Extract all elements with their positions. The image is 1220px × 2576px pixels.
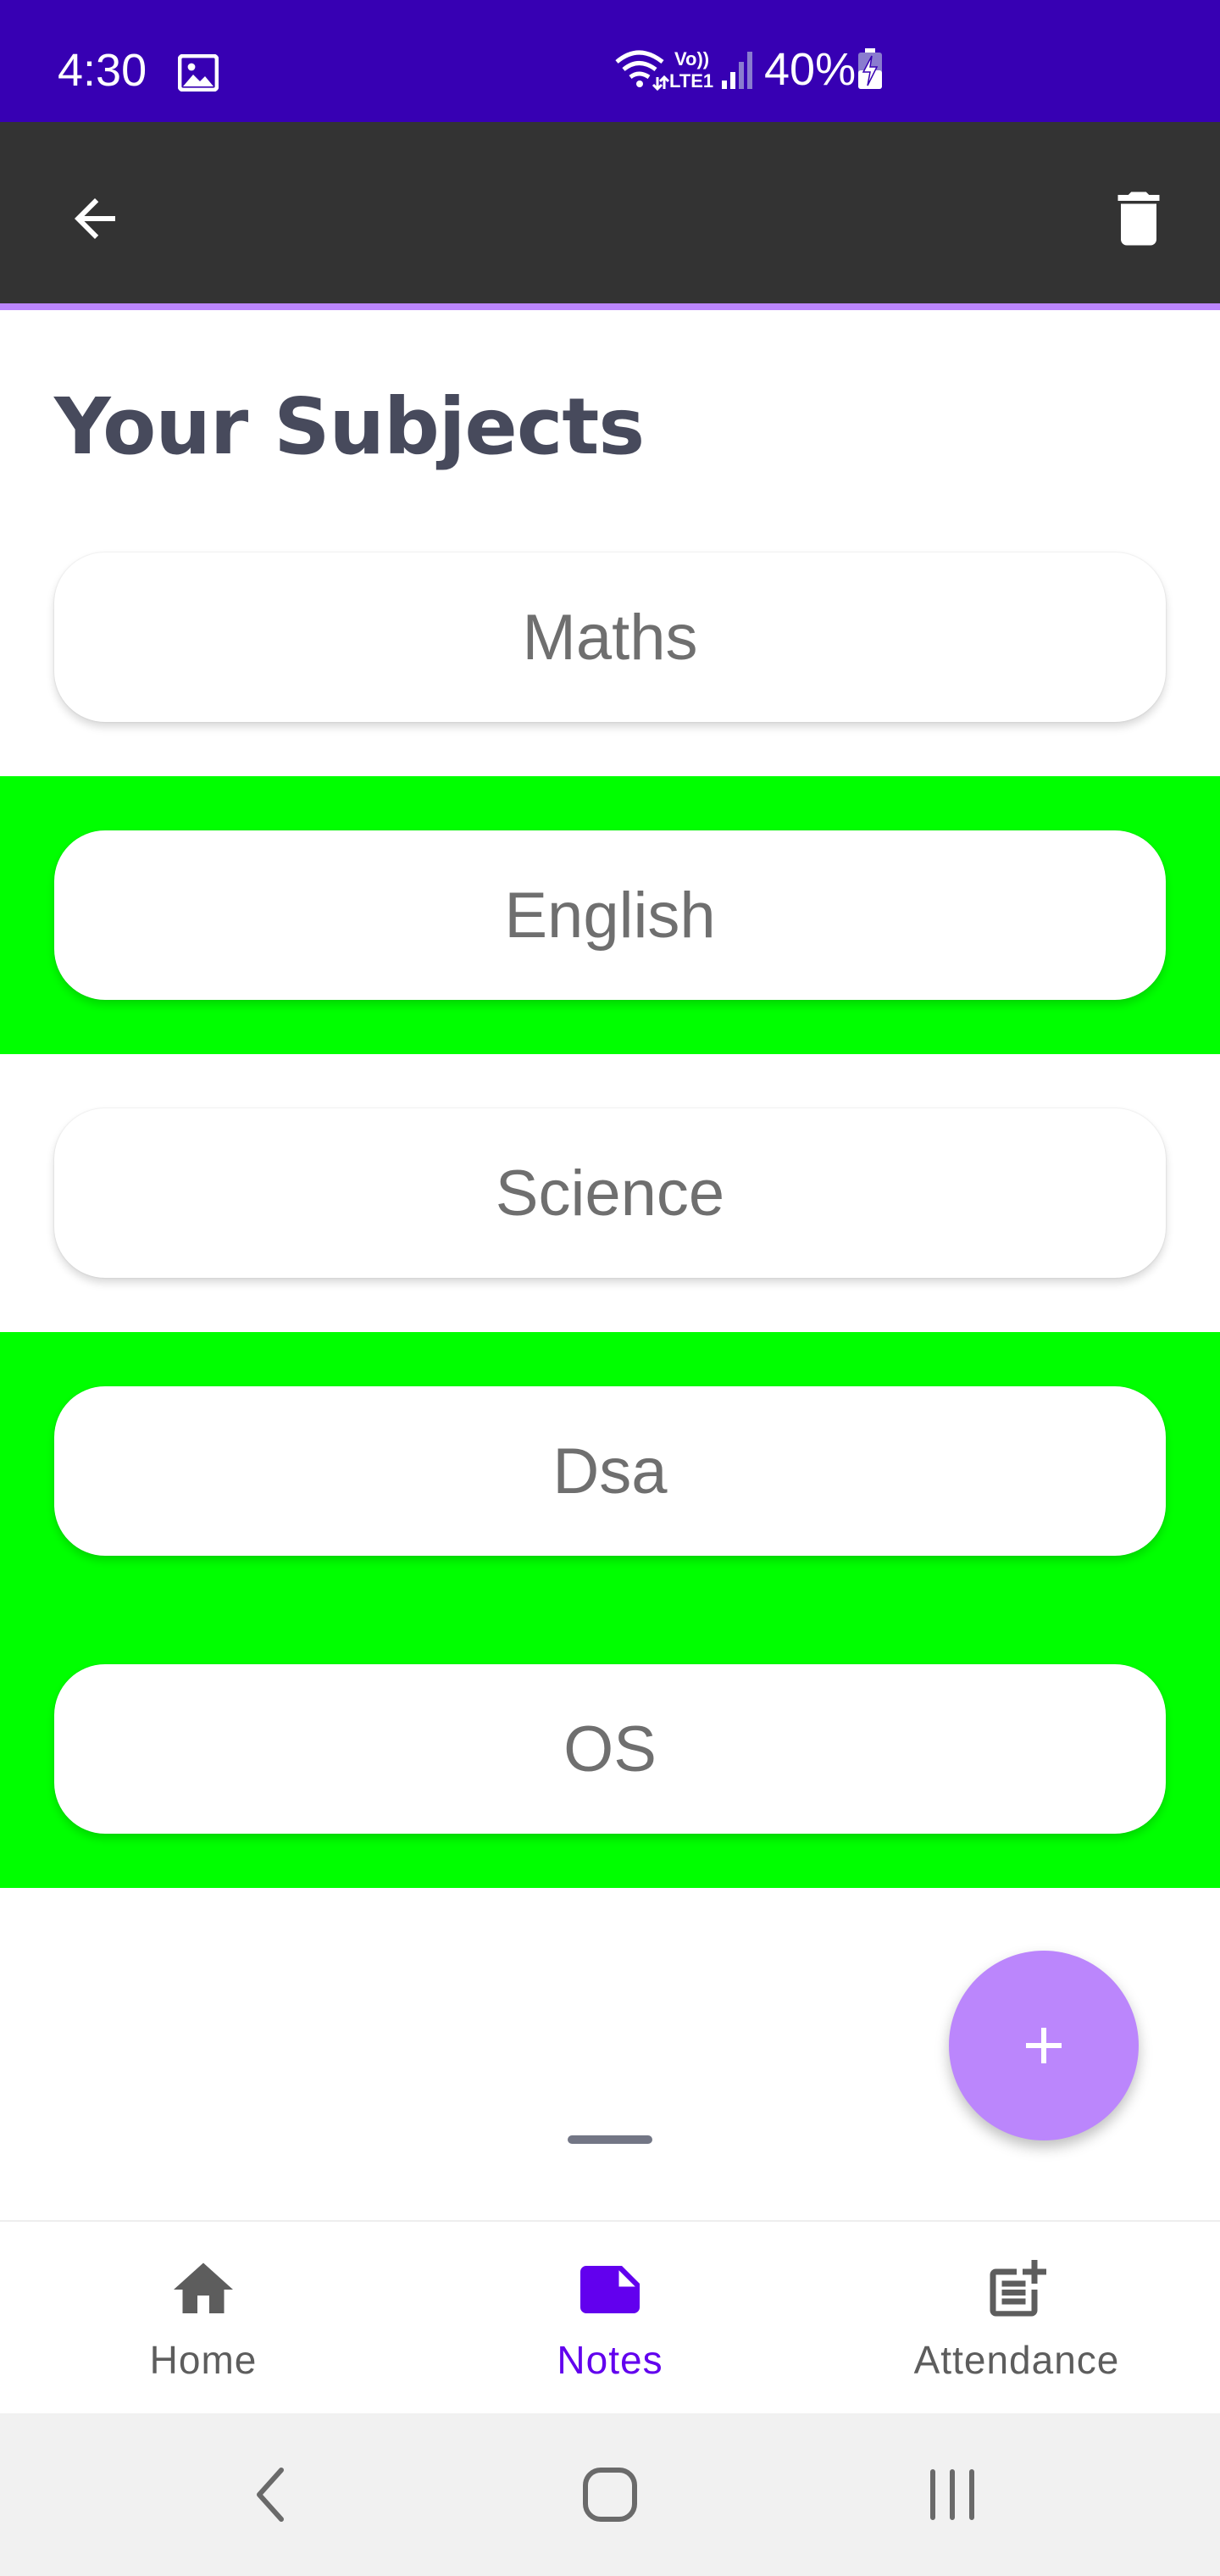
system-back-button[interactable] <box>220 2461 322 2529</box>
system-navigation-bar <box>0 2413 1220 2576</box>
note-icon <box>580 2266 640 2313</box>
post-add-icon <box>990 2260 1046 2317</box>
nav-item-home[interactable]: Home <box>51 2239 356 2408</box>
subject-card-dsa[interactable]: Dsa <box>54 1386 1166 1556</box>
system-recents-button[interactable] <box>901 2461 1003 2529</box>
home-icon <box>174 2262 233 2313</box>
subject-row-highlighted: Dsa OS <box>0 1332 1220 1888</box>
subject-label: Dsa <box>552 1435 668 1507</box>
chevron-left-icon <box>257 2468 284 2522</box>
arrow-back-icon <box>75 198 115 239</box>
subject-row: Science <box>0 1054 1220 1332</box>
volte-icon: Vo)) LTE1 <box>669 48 713 92</box>
signal-icon <box>722 52 752 89</box>
status-bar: 4:30 Vo)) LTE1 40% <box>0 0 1220 122</box>
drag-handle[interactable] <box>568 2135 652 2144</box>
status-indicators: Vo)) LTE1 40% <box>613 44 884 95</box>
subject-card-science[interactable]: Science <box>54 1108 1166 1278</box>
subject-label: OS <box>563 1713 657 1785</box>
back-button[interactable] <box>59 183 130 254</box>
subject-label: English <box>504 879 716 952</box>
recents-icon <box>930 2469 974 2520</box>
wifi-icon <box>615 50 669 91</box>
status-time: 4:30 <box>58 45 147 96</box>
app-bar <box>0 122 1220 305</box>
add-subject-button[interactable] <box>949 1951 1139 2140</box>
nav-label-attendance: Attendance <box>913 2338 1120 2382</box>
delete-button[interactable] <box>1100 180 1178 258</box>
app-bar-divider <box>0 303 1220 310</box>
svg-text:Vo)): Vo)) <box>674 48 709 69</box>
subject-card-os[interactable]: OS <box>54 1664 1166 1834</box>
subject-card-maths[interactable]: Maths <box>54 552 1166 722</box>
home-square-icon <box>583 2468 637 2522</box>
battery-percentage: 40% <box>764 44 857 95</box>
system-home-button[interactable] <box>559 2461 661 2529</box>
nav-item-attendance[interactable]: Attendance <box>864 2239 1169 2408</box>
subject-row-highlighted: English <box>0 776 1220 1054</box>
image-notification-icon <box>178 54 219 92</box>
subject-row: Maths <box>0 532 1220 810</box>
subject-card-english[interactable]: English <box>54 830 1166 1000</box>
nav-label-notes: Notes <box>557 2338 663 2382</box>
trash-icon <box>1117 192 1160 246</box>
plus-icon <box>1026 2028 1062 2063</box>
bottom-navigation: Home Notes Attendance <box>0 2220 1220 2413</box>
page-title: Your Subjects <box>54 381 645 472</box>
nav-label-home: Home <box>149 2338 258 2382</box>
subject-label: Maths <box>522 601 698 674</box>
battery-charging-icon <box>858 48 883 89</box>
subject-label: Science <box>495 1157 725 1230</box>
nav-item-notes[interactable]: Notes <box>458 2239 762 2408</box>
svg-text:LTE1: LTE1 <box>669 70 713 92</box>
